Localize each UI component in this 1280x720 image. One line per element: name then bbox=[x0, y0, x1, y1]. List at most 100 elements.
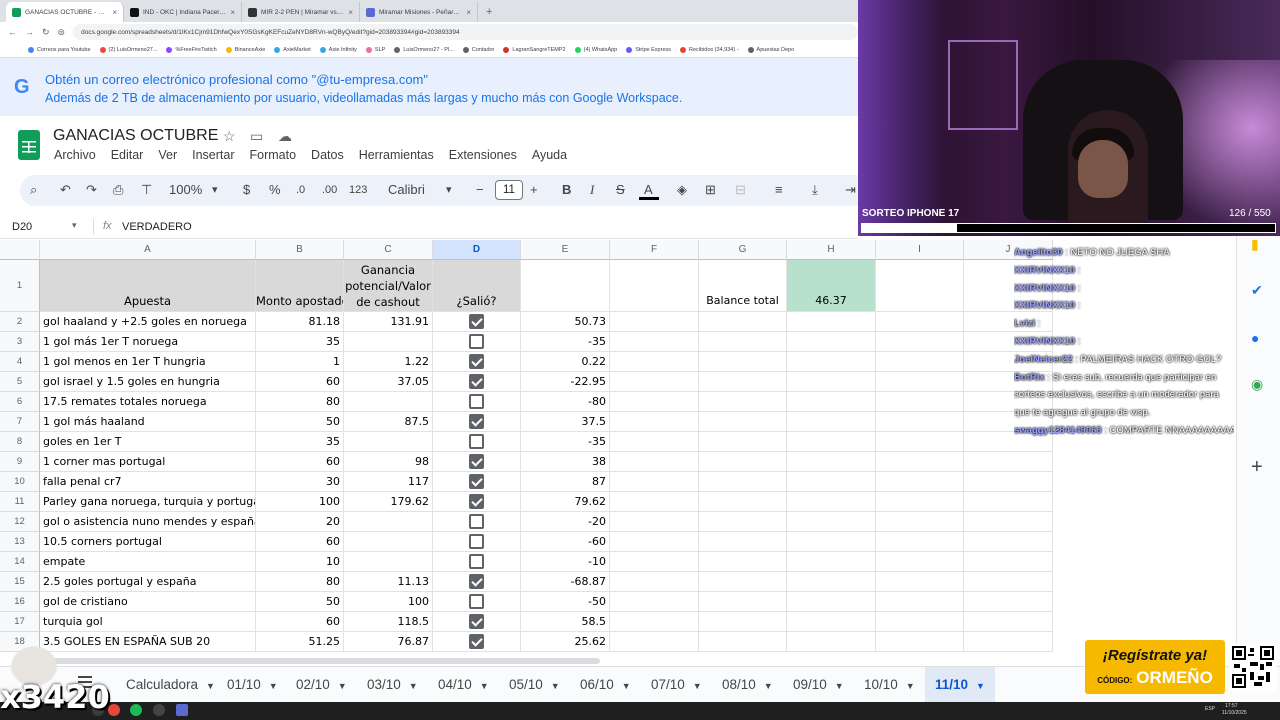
empty-cell[interactable] bbox=[876, 592, 964, 612]
empty-cell[interactable] bbox=[787, 552, 876, 572]
checkbox-checked[interactable] bbox=[469, 354, 484, 369]
font-chevron-down-icon[interactable]: ▾ bbox=[446, 181, 452, 199]
menu-item[interactable]: Datos bbox=[311, 148, 344, 162]
checkbox-unchecked[interactable] bbox=[469, 594, 484, 609]
checkbox-checked[interactable] bbox=[469, 634, 484, 649]
empty-cell[interactable] bbox=[610, 572, 699, 592]
empty-cell[interactable] bbox=[964, 552, 1053, 572]
spotify-taskbar-icon[interactable] bbox=[130, 704, 142, 716]
apuesta-cell[interactable]: goles en 1er T bbox=[40, 432, 256, 452]
fill-color-icon[interactable]: ◈ bbox=[677, 181, 687, 199]
empty-cell[interactable] bbox=[610, 632, 699, 652]
bookmark-item[interactable]: Contador bbox=[462, 46, 494, 53]
row-header[interactable]: 17 bbox=[0, 612, 40, 632]
checkbox-unchecked[interactable] bbox=[469, 334, 484, 349]
empty-cell[interactable] bbox=[876, 512, 964, 532]
empty-cell[interactable] bbox=[699, 592, 787, 612]
salio-cell[interactable] bbox=[433, 332, 521, 352]
empty-cell[interactable] bbox=[699, 632, 787, 652]
resultado-cell[interactable]: 87 bbox=[521, 472, 610, 492]
ganancia-cell[interactable] bbox=[344, 392, 433, 412]
reload-icon[interactable]: ↻ bbox=[42, 27, 50, 38]
apuesta-cell[interactable]: turquia gol bbox=[40, 612, 256, 632]
empty-cell[interactable] bbox=[699, 472, 787, 492]
row-header[interactable]: 9 bbox=[0, 452, 40, 472]
sheet-tab[interactable]: 08/10 ▼ bbox=[712, 667, 783, 703]
apuesta-cell[interactable]: gol o asistencia nuno mendes y españa bbox=[40, 512, 256, 532]
decrease-font-size-button[interactable]: − bbox=[476, 181, 484, 199]
monto-cell[interactable]: 10 bbox=[256, 552, 344, 572]
row-header[interactable]: 15 bbox=[0, 572, 40, 592]
bookmark-item[interactable]: Axie Infinity bbox=[319, 46, 357, 53]
column-header[interactable]: F bbox=[610, 240, 699, 260]
print-icon[interactable]: ⎙ bbox=[113, 181, 123, 199]
empty-cell[interactable] bbox=[699, 512, 787, 532]
menu-item[interactable]: Archivo bbox=[54, 148, 96, 162]
sheets-logo-icon[interactable] bbox=[18, 130, 40, 160]
font-size-input[interactable]: 11 bbox=[495, 180, 523, 200]
chat-username[interactable]: BotRix bbox=[1014, 372, 1045, 383]
column-header[interactable]: H bbox=[787, 240, 876, 260]
empty-cell[interactable] bbox=[876, 492, 964, 512]
salio-cell[interactable] bbox=[433, 312, 521, 332]
menu-item[interactable]: Ver bbox=[158, 148, 177, 162]
document-title[interactable]: GANACIAS OCTUBRE bbox=[53, 127, 218, 145]
sheet-tab-chevron-icon[interactable]: ▼ bbox=[693, 681, 702, 691]
sheet-tab[interactable]: 03/10 ▼ bbox=[357, 667, 428, 703]
undo-icon[interactable]: ↶ bbox=[60, 181, 71, 199]
chat-username[interactable]: Lvizi bbox=[1014, 318, 1035, 329]
empty-cell[interactable] bbox=[610, 412, 699, 432]
chat-username[interactable]: swaggy1284149063 bbox=[1014, 425, 1102, 436]
empty-cell[interactable] bbox=[787, 452, 876, 472]
browser-tab[interactable]: IND - OKC | Indiana Pacers vs O × bbox=[124, 2, 242, 22]
empty-cell[interactable] bbox=[964, 572, 1053, 592]
header-apuesta[interactable]: Apuesta bbox=[40, 260, 256, 312]
app-taskbar-icon[interactable] bbox=[176, 704, 188, 716]
empty-cell[interactable] bbox=[787, 412, 876, 432]
salio-cell[interactable] bbox=[433, 472, 521, 492]
name-box[interactable]: D20 bbox=[12, 221, 32, 233]
empty-cell[interactable] bbox=[964, 452, 1053, 472]
monto-cell[interactable]: 35 bbox=[256, 432, 344, 452]
empty-cell[interactable] bbox=[876, 312, 964, 332]
bold-button[interactable]: B bbox=[562, 181, 571, 199]
name-box-dropdown-icon[interactable]: ▾ bbox=[72, 220, 77, 231]
select-all-corner[interactable] bbox=[0, 240, 40, 260]
sheet-tab-chevron-icon[interactable]: ▼ bbox=[409, 681, 418, 691]
checkbox-unchecked[interactable] bbox=[469, 514, 484, 529]
resultado-cell[interactable]: 58.5 bbox=[521, 612, 610, 632]
apuesta-cell[interactable]: 17.5 remates totales noruega bbox=[40, 392, 256, 412]
row-header[interactable]: 2 bbox=[0, 312, 40, 332]
empty-cell[interactable] bbox=[964, 632, 1053, 652]
resultado-cell[interactable]: -20 bbox=[521, 512, 610, 532]
monto-cell[interactable]: 81.18 bbox=[256, 312, 344, 332]
chat-username[interactable]: JoelNeicer22 bbox=[1014, 354, 1073, 365]
resultado-cell[interactable]: -22.95 bbox=[521, 372, 610, 392]
bookmark-item[interactable]: %FreeFireTwitch bbox=[166, 46, 217, 53]
monto-cell[interactable]: 80 bbox=[256, 392, 344, 412]
zoom-chevron-down-icon[interactable]: ▾ bbox=[212, 181, 218, 199]
empty-cell[interactable] bbox=[610, 552, 699, 572]
sheet-tab[interactable]: 09/10 ▼ bbox=[783, 667, 854, 703]
empty-cell[interactable] bbox=[699, 552, 787, 572]
checkbox-checked[interactable] bbox=[469, 414, 484, 429]
move-folder-icon[interactable]: ▭ bbox=[250, 128, 263, 145]
empty-cell[interactable] bbox=[787, 472, 876, 492]
resultado-cell[interactable]: -60 bbox=[521, 532, 610, 552]
sheet-tab[interactable]: 01/10 ▼ bbox=[217, 667, 288, 703]
empty-cell[interactable] bbox=[610, 472, 699, 492]
horizontal-align-icon[interactable]: ≡ bbox=[775, 181, 783, 199]
checkbox-unchecked[interactable] bbox=[469, 554, 484, 569]
format-currency-button[interactable]: $ bbox=[243, 181, 250, 199]
salio-cell[interactable] bbox=[433, 492, 521, 512]
resultado-cell[interactable]: 37.5 bbox=[521, 412, 610, 432]
balance-label[interactable]: Balance total bbox=[699, 260, 787, 312]
salio-cell[interactable] bbox=[433, 392, 521, 412]
header-salio[interactable]: ¿Salió? bbox=[433, 260, 521, 312]
formula-input[interactable]: VERDADERO bbox=[122, 221, 192, 233]
checkbox-unchecked[interactable] bbox=[469, 534, 484, 549]
header-ganancia[interactable]: Ganancia potencial/Valor de cashout bbox=[344, 260, 433, 312]
empty-cell[interactable] bbox=[610, 372, 699, 392]
sheet-tab-chevron-icon[interactable]: ▼ bbox=[269, 681, 278, 691]
empty-cell[interactable] bbox=[876, 432, 964, 452]
